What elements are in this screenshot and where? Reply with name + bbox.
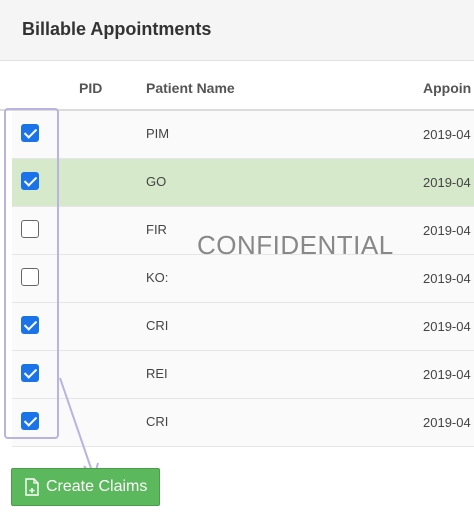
appointment-date-cell: 2019-04: [423, 319, 471, 334]
appointment-date-cell: 2019-04: [423, 127, 471, 142]
table-row[interactable]: CRI 2019-04: [12, 399, 474, 447]
table-row[interactable]: REI 2019-04: [12, 351, 474, 399]
patient-name-cell: CRI: [146, 318, 169, 333]
appointment-date-cell: 2019-04: [423, 175, 471, 190]
create-claims-label: Create Claims: [46, 478, 148, 495]
column-header-appointment[interactable]: Appoin: [423, 80, 471, 96]
patient-name-cell: GO: [146, 174, 167, 189]
appointment-date-cell: 2019-04: [423, 367, 471, 382]
patient-name-cell: REI: [146, 366, 168, 381]
appointment-date-cell: 2019-04: [423, 415, 471, 430]
table-row[interactable]: CRI 2019-04: [12, 303, 474, 351]
create-claims-button[interactable]: Create Claims: [11, 468, 160, 506]
patient-name-cell: FIR: [146, 222, 167, 237]
table-row[interactable]: GO 2019-04: [12, 159, 474, 207]
table-row[interactable]: PIM 2019-04: [12, 111, 474, 159]
appointment-date-cell: 2019-04: [423, 223, 471, 238]
selection-annotation-outline: [4, 108, 59, 439]
table-row[interactable]: KO: 2019-04: [12, 255, 474, 303]
document-plus-icon: [25, 478, 39, 496]
panel-title: Billable Appointments: [22, 19, 212, 39]
column-header-patient-name[interactable]: Patient Name: [146, 80, 235, 96]
patient-name-cell: CRI: [146, 414, 169, 429]
patient-name-cell: KO:: [146, 270, 169, 285]
appointment-date-cell: 2019-04: [423, 271, 471, 286]
table-header: PID Patient Name Appoin: [0, 61, 474, 111]
column-header-pid[interactable]: PID: [79, 80, 102, 96]
confidential-watermark: CONFIDENTIAL: [197, 230, 394, 260]
patient-name-cell: PIM: [146, 126, 170, 141]
panel-header: Billable Appointments: [0, 0, 474, 61]
